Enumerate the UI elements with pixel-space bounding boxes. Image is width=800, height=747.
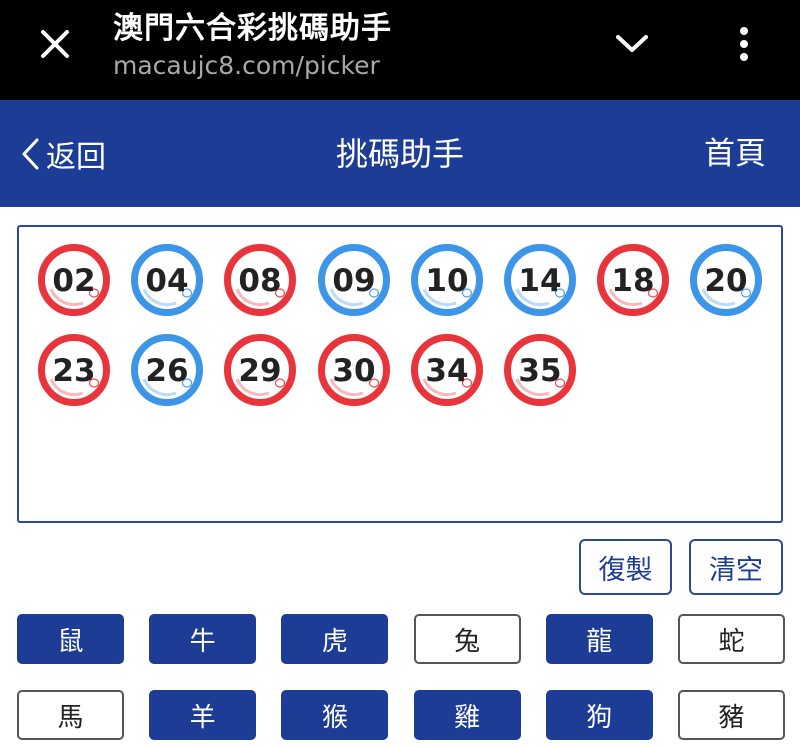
chevron-down-icon — [616, 35, 648, 52]
number-ball[interactable]: 04 — [130, 243, 204, 317]
ball-number: 30 — [332, 353, 375, 389]
number-ball[interactable]: 09 — [317, 243, 391, 317]
back-button[interactable]: 返回 — [20, 134, 106, 175]
number-ball[interactable]: 02 — [37, 243, 111, 317]
copy-button[interactable]: 復製 — [579, 539, 672, 595]
header-title: 挑碼助手 — [335, 135, 464, 173]
zodiac-button[interactable]: 蛇 — [678, 614, 785, 664]
zodiac-button[interactable]: 龍 — [545, 614, 653, 664]
zodiac-button[interactable]: 鼠 — [17, 614, 124, 664]
close-button[interactable] — [30, 24, 80, 64]
close-icon — [41, 30, 69, 58]
number-ball[interactable]: 30 — [317, 333, 391, 407]
ball-number: 20 — [705, 263, 748, 299]
ball-number: 04 — [146, 263, 189, 299]
ball-number: 18 — [612, 263, 655, 299]
number-ball[interactable]: 23 — [37, 333, 111, 407]
ball-number: 29 — [239, 353, 282, 389]
ball-number: 14 — [518, 263, 561, 299]
zodiac-button[interactable]: 豬 — [678, 690, 785, 740]
number-ball[interactable]: 20 — [689, 243, 763, 317]
selected-numbers-box: 02 04 08 09 10 14 18 20 23 26 29 30 34 35 — [17, 225, 783, 523]
zodiac-button[interactable]: 牛 — [149, 614, 257, 664]
browser-top-bar: 澳門六合彩挑碼助手 macaujc8.com/picker — [0, 0, 800, 100]
app-header: 返回 挑碼助手 首頁 — [0, 100, 800, 207]
ball-number: 08 — [239, 263, 282, 299]
ball-number: 02 — [52, 263, 95, 299]
zodiac-button[interactable]: 馬 — [17, 690, 124, 740]
home-link[interactable]: 首頁 — [704, 134, 766, 174]
ball-number: 26 — [146, 353, 189, 389]
clear-button[interactable]: 清空 — [689, 539, 783, 595]
number-ball[interactable]: 26 — [130, 333, 204, 407]
ball-area: 02 04 08 09 10 14 18 20 23 26 29 30 34 35 — [19, 227, 781, 521]
expand-button[interactable] — [608, 24, 656, 64]
zodiac-button[interactable]: 雞 — [413, 690, 521, 740]
more-vert-icon — [740, 27, 748, 61]
zodiac-button[interactable]: 兔 — [413, 614, 521, 664]
number-ball[interactable]: 10 — [410, 243, 484, 317]
number-ball[interactable]: 34 — [410, 333, 484, 407]
url-text: macaujc8.com/picker — [113, 51, 380, 80]
chevron-left-icon — [22, 138, 39, 170]
back-label: 返回 — [46, 140, 106, 175]
ball-number: 23 — [52, 353, 95, 389]
ball-number: 34 — [425, 353, 468, 389]
zodiac-button[interactable]: 羊 — [149, 690, 257, 740]
page-title: 澳門六合彩挑碼助手 — [113, 11, 392, 46]
ball-number: 10 — [425, 263, 468, 299]
zodiac-button[interactable]: 虎 — [281, 614, 389, 664]
ball-number: 09 — [332, 263, 375, 299]
zodiac-button[interactable]: 狗 — [545, 690, 653, 740]
more-options-button[interactable] — [724, 22, 764, 66]
number-ball[interactable]: 08 — [223, 243, 297, 317]
number-ball[interactable]: 14 — [503, 243, 577, 317]
zodiac-button[interactable]: 猴 — [281, 690, 389, 740]
number-ball[interactable]: 35 — [503, 333, 577, 407]
ball-number: 35 — [518, 353, 561, 389]
number-ball[interactable]: 18 — [596, 243, 670, 317]
number-ball[interactable]: 29 — [223, 333, 297, 407]
